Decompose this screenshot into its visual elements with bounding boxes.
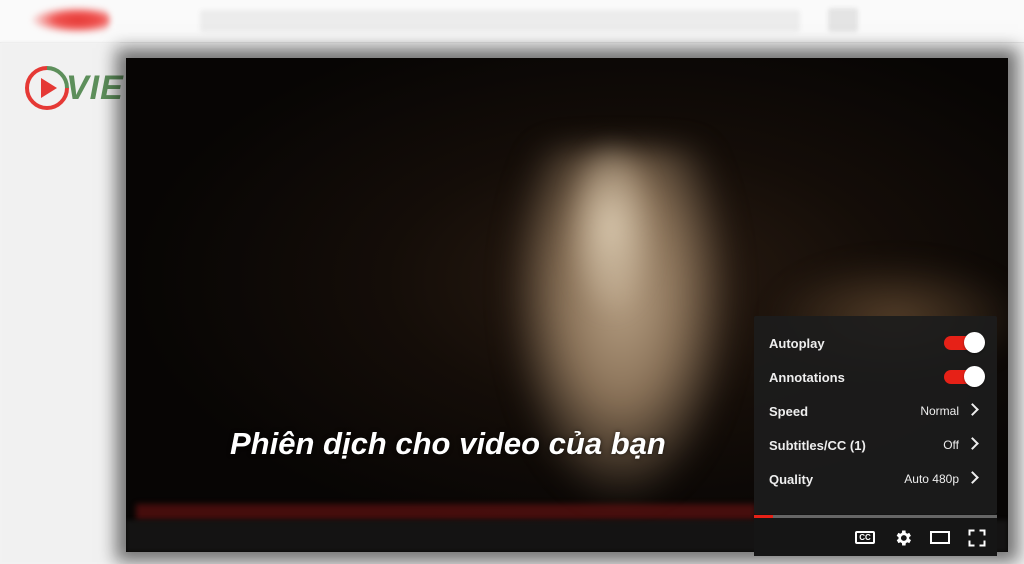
speed-value: Normal — [920, 404, 959, 418]
annotations-toggle[interactable] — [944, 366, 985, 387]
play-circle-icon — [25, 66, 69, 110]
chevron-right-icon — [966, 437, 979, 450]
settings-menu: Autoplay Annotations Speed Normal Subtit… — [754, 316, 997, 514]
menu-item-autoplay[interactable]: Autoplay — [754, 326, 997, 360]
menu-item-label: Speed — [769, 403, 809, 419]
blurred-progress-bar — [136, 504, 756, 520]
search-input[interactable] — [200, 10, 800, 32]
menu-item-label: Quality — [769, 471, 814, 487]
subtitles-value: Off — [943, 438, 959, 452]
menu-item-annotations[interactable]: Annotations — [754, 360, 997, 394]
menu-item-label: Annotations — [769, 369, 845, 385]
menu-item-quality[interactable]: Quality Auto 480p — [754, 462, 997, 496]
youtube-header — [0, 0, 1024, 43]
chevron-right-icon — [966, 403, 979, 416]
toggle-knob — [964, 332, 985, 353]
theater-icon[interactable] — [930, 531, 950, 544]
youtube-logo[interactable] — [30, 6, 110, 34]
search-button[interactable] — [828, 8, 858, 32]
fullscreen-icon[interactable] — [967, 528, 987, 548]
video-figure-highlight — [566, 138, 656, 318]
menu-item-label: Autoplay — [769, 335, 825, 351]
player-controls: CC — [754, 514, 997, 556]
quality-value: Auto 480p — [904, 472, 959, 486]
menu-item-label: Subtitles/CC (1) — [769, 437, 866, 453]
video-subtitle: Phiên dịch cho video của bạn — [230, 426, 666, 461]
seek-bar-played — [754, 515, 774, 518]
toggle-knob — [964, 366, 985, 387]
gear-icon[interactable] — [893, 528, 913, 548]
menu-item-speed[interactable]: Speed Normal — [754, 394, 997, 428]
autoplay-toggle[interactable] — [944, 332, 985, 353]
left-background — [0, 42, 120, 564]
seek-bar[interactable] — [754, 515, 997, 518]
menu-item-subtitles[interactable]: Subtitles/CC (1) Off — [754, 428, 997, 462]
cc-icon[interactable]: CC — [855, 531, 875, 544]
chevron-right-icon — [966, 471, 979, 484]
